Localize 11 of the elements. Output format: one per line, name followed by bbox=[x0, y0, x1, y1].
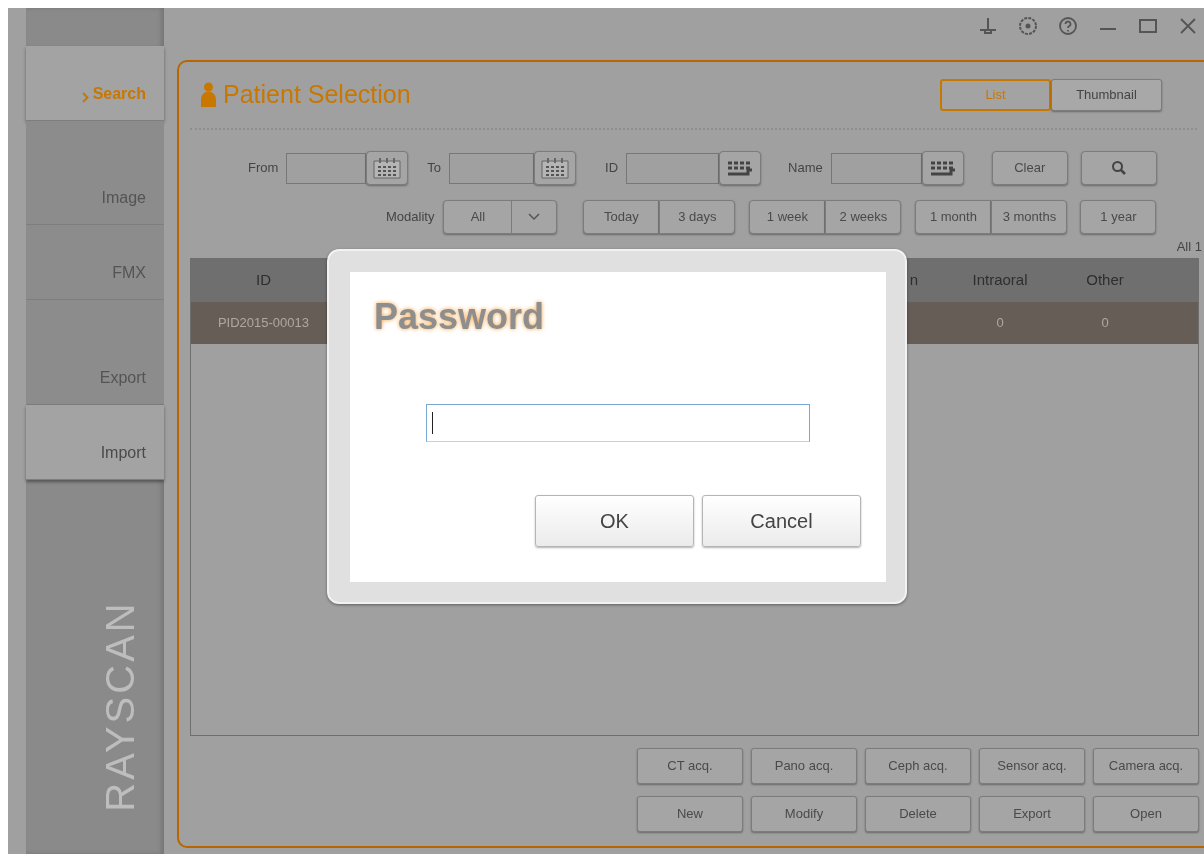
table-cell-text: 0 bbox=[995, 314, 1005, 333]
table-cell-text: PID2015-00013 bbox=[216, 314, 311, 333]
result-count: All 1 bbox=[1176, 237, 1202, 256]
dialog-title: Password bbox=[374, 295, 546, 339]
field-label: Name bbox=[788, 159, 823, 178]
field-label: To bbox=[427, 159, 442, 178]
field-label: ID bbox=[605, 159, 619, 178]
field-label: Modality bbox=[386, 207, 435, 226]
panel-title: Patient Selection bbox=[223, 79, 411, 111]
field-label: From bbox=[248, 159, 279, 178]
table-cell-text: 0 bbox=[1100, 314, 1110, 333]
